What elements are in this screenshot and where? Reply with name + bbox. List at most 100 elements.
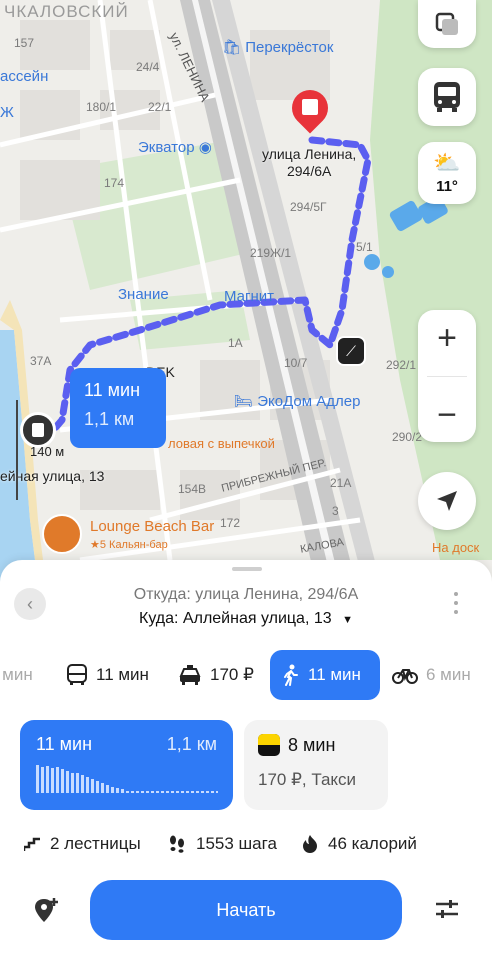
- taxi-card-time: 8 мин: [288, 734, 336, 755]
- location-icon: ◉: [198, 139, 212, 156]
- stat-steps: 1553 шага: [168, 834, 277, 854]
- route-to-label: Куда: Аллейная улица, 13: [139, 610, 332, 627]
- flame-icon: [303, 835, 317, 853]
- house-number: 219Ж/1: [250, 246, 292, 260]
- zoom-in-button[interactable]: +: [437, 321, 457, 355]
- poi-znanie[interactable]: Знание: [118, 286, 169, 303]
- house-number: 3: [332, 504, 339, 518]
- poi-ekodom[interactable]: 🛏 ЭкоДом Адлер: [234, 392, 360, 410]
- distance-label: 140 м: [30, 444, 65, 459]
- map-view[interactable]: ЧКАЛОВСКИЙ ул. ЛЕНИНА ПРИБРЕЖНЫЙ ПЕР. КА…: [0, 0, 492, 600]
- house-number: 157: [14, 36, 35, 50]
- house-number: 5/1: [356, 240, 373, 254]
- route-settings-button[interactable]: [434, 896, 460, 927]
- taxi-option-card[interactable]: 8 мин 170 ₽, Такси: [244, 720, 388, 810]
- route-from[interactable]: Откуда: улица Ленина, 294/6А: [0, 586, 492, 604]
- stairs-icon: [24, 837, 40, 851]
- house-number: 21А: [330, 476, 352, 490]
- sheet-grabber[interactable]: [232, 567, 262, 571]
- house-number: 290/2: [392, 430, 423, 444]
- start-button[interactable]: Начать: [90, 880, 402, 940]
- bus-icon: [67, 664, 87, 685]
- yandex-taxi-icon: [258, 734, 280, 756]
- bed-icon: 🛏: [234, 393, 254, 410]
- district-label: ЧКАЛОВСКИЙ: [4, 2, 129, 21]
- kebab-menu-icon: [454, 592, 458, 614]
- layers-icon: [435, 12, 458, 35]
- tab-car[interactable]: 8 мин: [0, 650, 33, 700]
- poi-ekvator[interactable]: Экватор ◉: [138, 138, 212, 156]
- house-number: 154В: [178, 482, 207, 496]
- tab-bike[interactable]: 6 мин: [392, 650, 471, 700]
- transport-mode-tabs: 8 мин 11 мин 170 ₽ 11 мин: [0, 650, 492, 700]
- elevation-profile: [36, 765, 218, 793]
- my-location-button[interactable]: [418, 472, 476, 530]
- bus-icon: [434, 82, 460, 112]
- destination-label: улица Ленина, 294/6А: [262, 146, 357, 179]
- tab-walk-label: 11 мин: [308, 665, 361, 684]
- house-number: 180/1: [86, 100, 117, 114]
- more-options-button[interactable]: [452, 590, 460, 621]
- route-bubble-distance: 1,1 км: [84, 409, 135, 429]
- zoom-out-button[interactable]: −: [437, 398, 457, 432]
- walk-route-card[interactable]: 11 мин 1,1 км: [20, 720, 233, 810]
- route-bubble-time: 11 мин: [84, 380, 141, 400]
- origin-pin[interactable]: [20, 412, 56, 448]
- poi-perekrestok-label: Перекрёсток: [245, 39, 334, 56]
- tab-car-label: 8 мин: [0, 665, 33, 684]
- tab-taxi-label: 170 ₽: [210, 665, 254, 684]
- house-number: 10/7: [284, 356, 308, 370]
- add-location-icon: [35, 898, 58, 922]
- poi-ekvator-label: Экватор: [138, 139, 195, 156]
- poi-pool[interactable]: ассейн: [0, 68, 48, 85]
- route-stats: 2 лестницы 1553 шага 46 калорий: [0, 834, 492, 858]
- poi-magnit[interactable]: Магнит: [224, 288, 274, 305]
- route-bubble[interactable]: 11 мин 1,1 км: [70, 368, 166, 448]
- stat-stairs-label: 2 лестницы: [50, 834, 141, 853]
- house-number: 292/1: [386, 358, 417, 372]
- poi-bakery[interactable]: ловая с выпечкой: [168, 436, 275, 451]
- zoom-controls: + −: [418, 310, 476, 442]
- divider: [427, 375, 467, 377]
- stairs-marker-icon: ⟋: [336, 336, 366, 366]
- stat-steps-label: 1553 шага: [196, 834, 277, 853]
- building-icon: [302, 99, 318, 115]
- weather-widget[interactable]: ⛅ 11°: [418, 142, 476, 204]
- taxi-icon: [179, 665, 201, 685]
- route-sheet: ‹ Откуда: улица Ленина, 294/6А Куда: Алл…: [0, 560, 492, 960]
- tab-bus-label: 11 мин: [96, 665, 149, 684]
- stat-stairs: 2 лестницы: [24, 834, 141, 854]
- house-number: 37А: [30, 354, 52, 368]
- tab-taxi[interactable]: 170 ₽: [178, 650, 254, 700]
- route-to[interactable]: Куда: Аллейная улица, 13 ▼: [0, 610, 492, 628]
- house-number: 22/1: [148, 100, 172, 114]
- stat-calories-label: 46 калорий: [328, 834, 417, 853]
- poi-lounge-bar[interactable]: Lounge Beach Bar: [90, 518, 214, 535]
- scale-bar: [16, 400, 18, 500]
- house-number: 174: [104, 176, 125, 190]
- weather-temp: 11°: [436, 177, 458, 195]
- walk-icon: [284, 664, 298, 686]
- chevron-down-icon: ▼: [342, 614, 353, 626]
- add-waypoint-button[interactable]: [32, 896, 60, 929]
- navigation-arrow-icon: [437, 491, 457, 511]
- building-icon: [32, 423, 44, 437]
- bike-icon: [392, 669, 418, 684]
- transport-button[interactable]: [418, 68, 476, 126]
- poi-na-dosk[interactable]: На доск: [432, 540, 479, 555]
- poi-lounge-bar-rating: ★5 Кальян-бар: [90, 539, 168, 551]
- tab-bike-label: 6 мин: [426, 665, 471, 684]
- lounge-bar-avatar[interactable]: [42, 514, 82, 554]
- shop-icon: 🛍: [222, 39, 242, 56]
- tab-bus[interactable]: 11 мин: [66, 650, 149, 700]
- house-number: 294/5Г: [290, 200, 327, 214]
- footsteps-icon: [170, 835, 184, 853]
- house-number: 24/4: [136, 60, 160, 74]
- poi-perekrestok[interactable]: 🛍 Перекрёсток: [222, 38, 333, 56]
- poi-ekodom-label: ЭкоДом Адлер: [257, 393, 361, 410]
- sliders-icon: [436, 900, 458, 918]
- layers-button[interactable]: [418, 0, 476, 48]
- poi-zhk[interactable]: Ж: [0, 104, 14, 121]
- walk-card-time: 11 мин: [36, 734, 93, 754]
- tab-walk[interactable]: 11 мин: [270, 650, 380, 700]
